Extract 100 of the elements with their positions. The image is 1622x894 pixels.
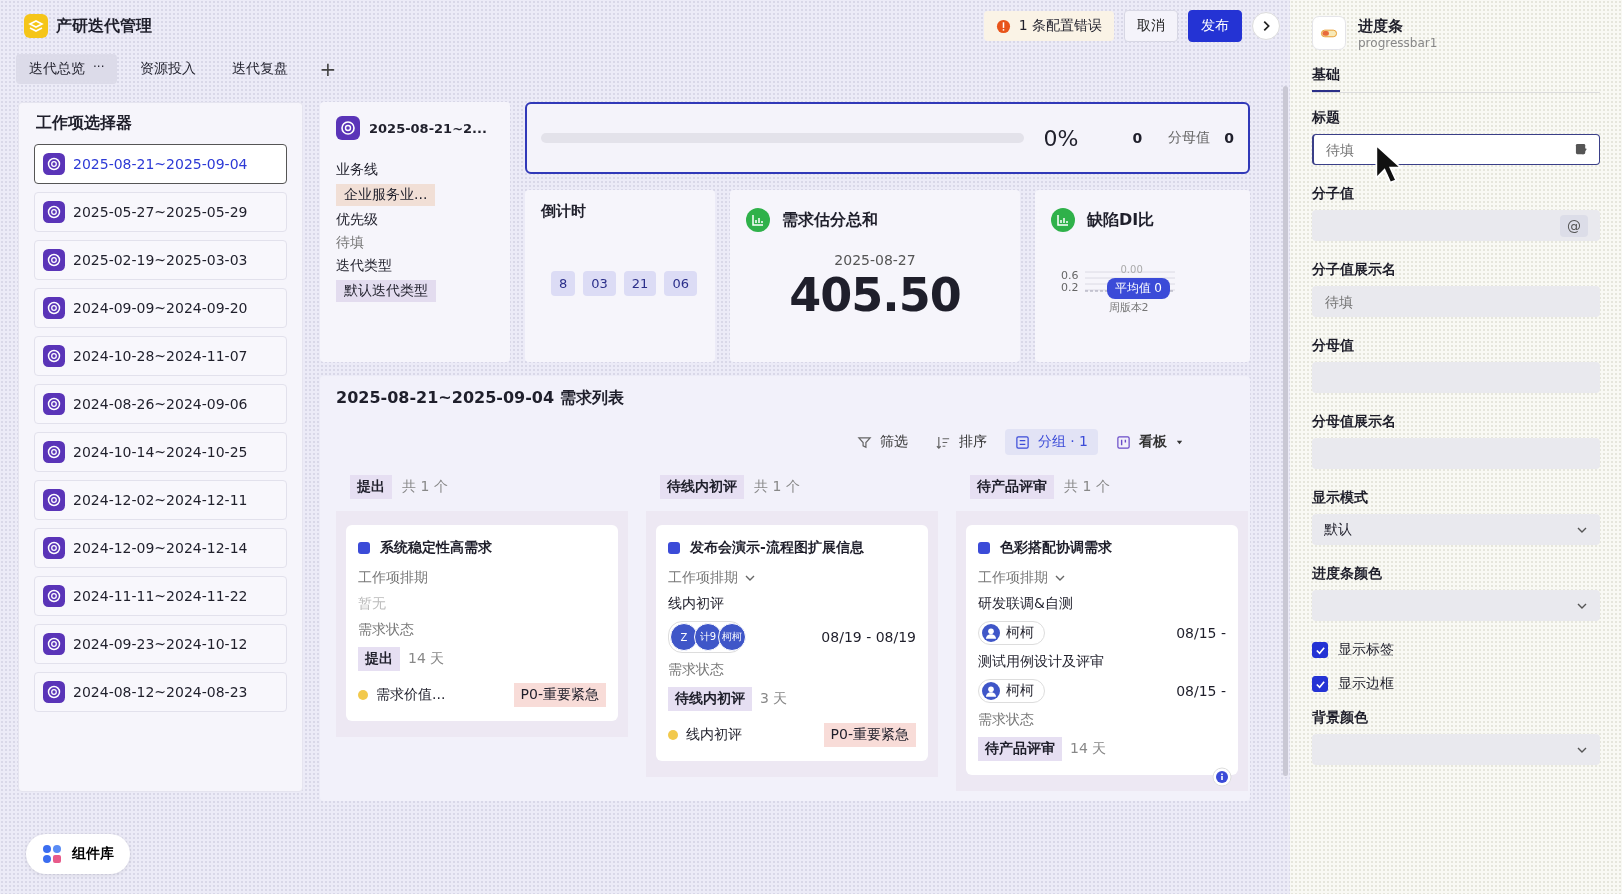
iteration-icon (336, 116, 360, 140)
date-range: 08/15 - (1176, 625, 1226, 641)
numerator-value: 0 (1132, 130, 1143, 146)
iteration-item[interactable]: 2024-09-09~2024-09-20 (34, 288, 287, 328)
checkbox[interactable] (1312, 676, 1328, 692)
iteration-icon (43, 537, 65, 559)
status-tag: 待线内初评 (660, 475, 744, 499)
list-title: 2025-08-21~2025-09-04 需求列表 (336, 388, 625, 409)
error-badge[interactable]: 1 条配置错误 (983, 11, 1114, 41)
field-label: 需求状态 (358, 621, 414, 639)
checkbox-row[interactable]: 显示边框 (1312, 675, 1600, 693)
field-label: 标题 (1312, 109, 1341, 127)
square-icon (668, 542, 680, 554)
iteration-item[interactable]: 2024-11-11~2024-11-22 (34, 576, 287, 616)
cancel-button[interactable]: 取消 (1124, 10, 1178, 42)
binding-field[interactable]: @ (1312, 210, 1600, 241)
settings-tab[interactable]: 基础 (1312, 62, 1340, 92)
mention-button[interactable]: @ (1560, 214, 1588, 237)
iteration-icon (43, 249, 65, 271)
field-label: 工作项排期 (668, 569, 738, 587)
field-label: 优先级 (336, 211, 378, 229)
input-field[interactable] (1312, 438, 1600, 469)
select-field[interactable] (1312, 590, 1600, 621)
field-tag: 企业服务业... (336, 184, 436, 206)
iteration-item[interactable]: 2025-08-21~2025-09-04 (34, 144, 287, 184)
square-icon (978, 542, 990, 554)
iteration-icon (43, 489, 65, 511)
toolbar-button[interactable]: 排序 (925, 429, 997, 455)
field-label: 分母值展示名 (1312, 413, 1397, 431)
card-title: 色彩搭配协调需求 (1000, 539, 1112, 557)
iteration-item[interactable]: 2025-02-19~2025-03-03 (34, 240, 287, 280)
iteration-icon (43, 345, 65, 367)
info-icon[interactable] (1212, 767, 1232, 787)
iteration-icon (43, 153, 65, 175)
duration: 3 天 (760, 690, 788, 708)
status-dot (668, 730, 678, 740)
axis-tick: 0.6 (1061, 270, 1079, 282)
field-label: 需求状态 (668, 661, 724, 679)
field-label: 工作项排期 (978, 569, 1048, 587)
select-field[interactable]: 默认 (1312, 514, 1600, 545)
iteration-item[interactable]: 2024-08-26~2024-09-06 (34, 384, 287, 424)
field-label: 进度条颜色 (1312, 565, 1383, 583)
toolbar-button[interactable]: 分组 · 1 (1004, 429, 1098, 455)
requirement-card[interactable]: 系统稳定性高需求 工作项排期 暂无 需求状态 提出 14 天 需求价值... P0-重要紧急 (346, 525, 618, 721)
iteration-item[interactable]: 2024-09-23~2024-10-12 (34, 624, 287, 664)
field-label: 需求状态 (978, 711, 1034, 729)
input-field[interactable]: 待填 (1312, 286, 1600, 317)
countdown-title: 倒计时 (541, 202, 587, 221)
iteration-item[interactable]: 2024-08-12~2024-08-23 (34, 672, 287, 712)
date-range: 08/15 - (1176, 683, 1226, 699)
requirement-card[interactable]: 色彩搭配协调需求 工作项排期 研发联调&自测 柯柯 08/15 - 测试用例设计及评审 柯柯 08/15 - 需求状态 待产品评审 14 天 (966, 525, 1238, 775)
iteration-icon (43, 681, 65, 703)
avatar: Z (670, 623, 698, 651)
avatar: 柯柯 (718, 623, 746, 651)
priority-tag: P0-重要紧急 (513, 683, 606, 707)
toolbar-button[interactable]: 筛选 (846, 429, 918, 455)
iteration-item[interactable]: 2024-12-02~2024-12-11 (34, 480, 287, 520)
progress-bar-icon (1312, 16, 1346, 50)
apps-icon (42, 844, 62, 864)
page-tab[interactable]: 资源投入 (127, 54, 210, 84)
view-dropdown[interactable]: 看板 (1106, 429, 1194, 455)
filter-icon (856, 434, 872, 450)
empty-field[interactable]: 待填 (336, 234, 364, 252)
iteration-item[interactable]: 2024-10-28~2024-11-07 (34, 336, 287, 376)
countdown-digit: 06 (664, 271, 697, 296)
task-name: 研发联调&自测 (978, 595, 1074, 613)
iteration-item[interactable]: 2024-10-14~2024-10-25 (34, 432, 287, 472)
column-count: 共 1 个 (402, 478, 448, 496)
select-field[interactable] (1312, 734, 1600, 765)
task-name: 线内初评 (668, 595, 725, 613)
list-icon (1014, 434, 1030, 450)
defect-title: 缺陷DI比 (1087, 209, 1155, 231)
status-tag: 待线内初评 (668, 687, 752, 711)
field-label: 分母值 (1312, 337, 1355, 355)
status-tag: 提出 (358, 647, 400, 671)
iteration-item[interactable]: 2025-05-27~2025-05-29 (34, 192, 287, 232)
iteration-icon (43, 201, 65, 223)
checkbox[interactable] (1312, 642, 1328, 658)
denominator-value: 0 (1224, 130, 1234, 146)
add-tab-button[interactable]: + (311, 57, 345, 81)
column-count: 共 1 个 (754, 478, 800, 496)
iteration-icon (43, 393, 65, 415)
progress-card[interactable]: 0% 0 分母值 0 (525, 102, 1250, 174)
avatar-icon (982, 682, 1000, 700)
input-field[interactable]: 待填 (1312, 134, 1600, 165)
publish-button[interactable]: 发布 (1188, 10, 1242, 42)
duration: 14 天 (408, 650, 445, 668)
input-field[interactable] (1312, 362, 1600, 393)
warning-icon (995, 18, 1011, 34)
page-tab[interactable]: 迭代复盘 (219, 54, 302, 84)
requirement-card[interactable]: 发布会演示-流程图扩展信息 工作项排期 线内初评 Z 计9 柯柯 08/19 - 08/19 需求状态 待线内初评 3 天 线内初评 P0-重要紧急 (656, 525, 928, 761)
card-title: 发布会演示-流程图扩展信息 (690, 539, 864, 557)
iteration-item[interactable]: 2024-12-09~2024-12-14 (34, 528, 287, 568)
value-text: 线内初评 (686, 726, 742, 744)
collapse-panel-button[interactable] (1252, 12, 1280, 40)
page-tab[interactable]: 迭代总览 ··· (16, 54, 118, 84)
checkbox-row[interactable]: 显示标签 (1312, 641, 1600, 659)
axis-tick: 0.2 (1061, 282, 1079, 294)
field-label: 背景颜色 (1312, 709, 1369, 727)
component-library-button[interactable]: 组件库 (26, 834, 130, 874)
